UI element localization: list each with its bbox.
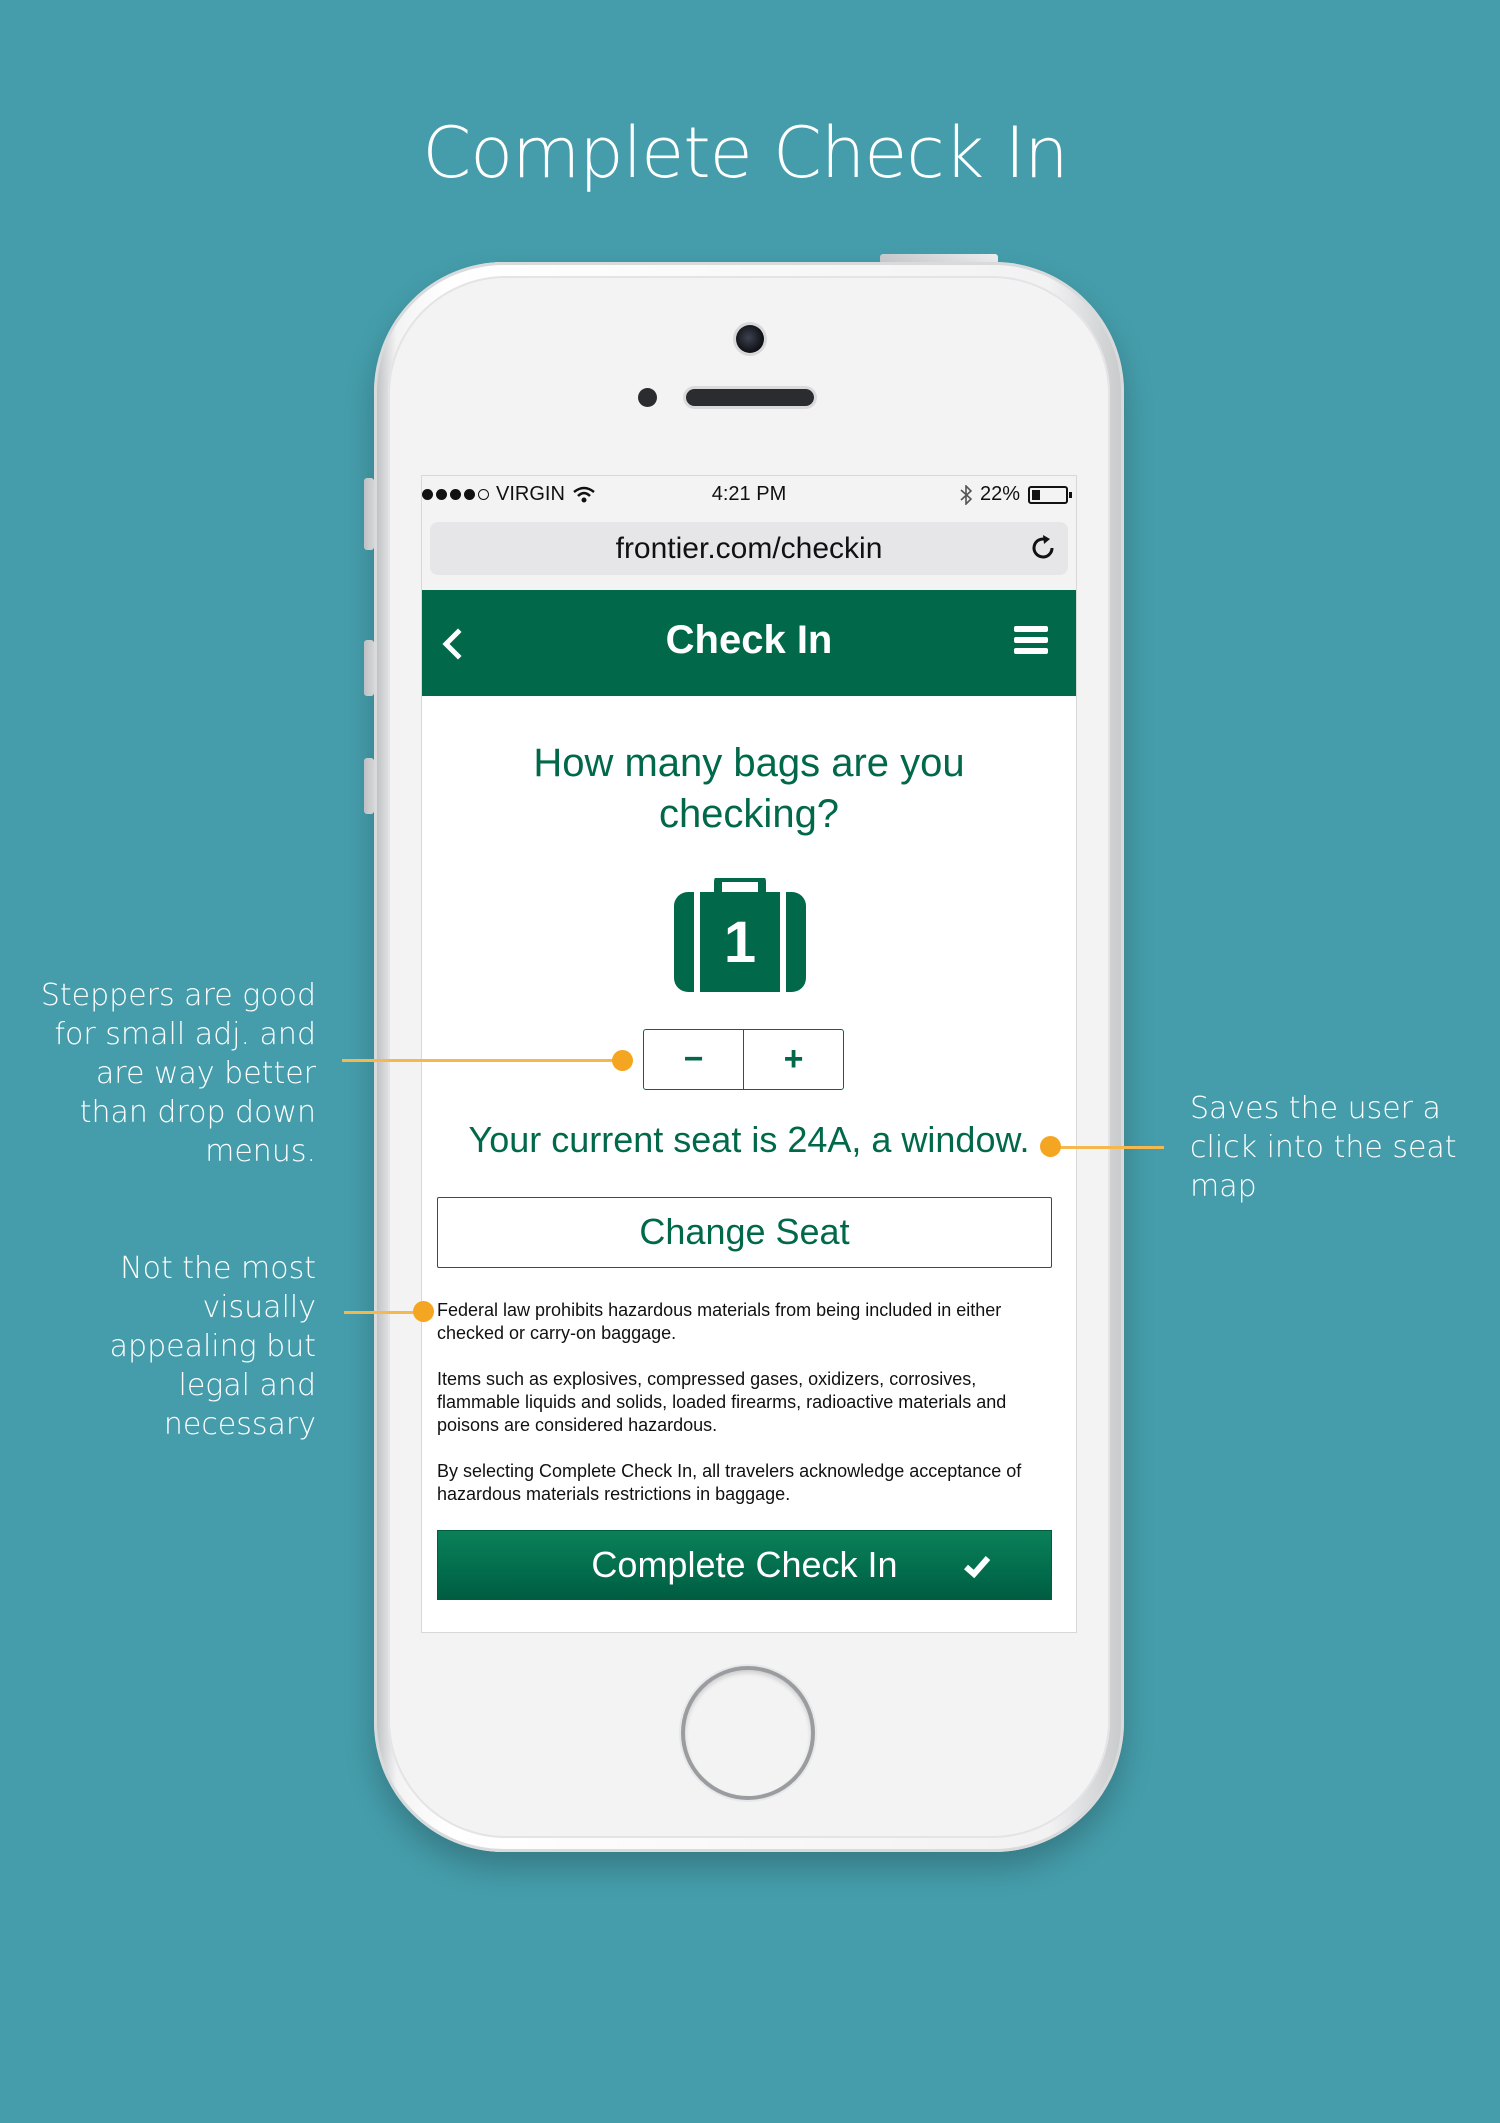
complete-check-in-button[interactable]: Complete Check In [437, 1530, 1052, 1600]
app-header: Check In [422, 590, 1076, 696]
earpiece-speaker [686, 389, 814, 406]
battery-icon [1028, 485, 1072, 504]
increment-button[interactable]: + [743, 1030, 843, 1089]
seat-annotation: Saves the user a click into the seat map [1190, 1091, 1457, 1204]
menu-bar [1014, 637, 1048, 643]
hamburger-menu-icon[interactable] [1014, 626, 1048, 656]
legal-paragraph: By selecting Complete Check In, all trav… [437, 1461, 1022, 1504]
menu-bar [1014, 626, 1048, 632]
home-button[interactable] [681, 1666, 815, 1800]
seat-annotation-dot [1040, 1136, 1061, 1157]
header-title: Check In [665, 618, 833, 662]
decrement-button[interactable]: − [644, 1030, 743, 1089]
seat-annotation-line [1050, 1146, 1164, 1149]
battery-percent: 22% [979, 483, 1020, 505]
current-seat-text: Your current seat is 24A, a window. [468, 1119, 1030, 1160]
stepper-annotation: Steppers are good for small adj. and are… [40, 978, 316, 1169]
legal-annotation: Not the most visually appealing but lega… [109, 1251, 316, 1442]
page-title: Complete Check In [422, 112, 1068, 194]
browser-toolbar: frontier.com/checkin [422, 512, 1076, 592]
checkmark-icon [964, 1556, 991, 1578]
stepper-annotation-line [342, 1059, 622, 1062]
status-bar: VIRGIN 4:21 PM 22% [422, 476, 1076, 512]
bags-question: How many bags are you checking? [533, 741, 965, 836]
url-text: frontier.com/checkin [615, 532, 883, 565]
legal-annotation-line [344, 1311, 424, 1314]
volume-up-button [364, 640, 374, 696]
address-bar[interactable]: frontier.com/checkin [430, 522, 1068, 575]
change-seat-button[interactable]: Change Seat [437, 1197, 1052, 1268]
status-right: 22% [960, 483, 1072, 506]
hazmat-legal-notice: Federal law prohibits hazardous material… [437, 1299, 1059, 1529]
proximity-sensor [638, 388, 657, 407]
menu-bar [1014, 648, 1048, 654]
reload-icon[interactable] [1028, 533, 1058, 563]
bag-quantity-stepper: − + [643, 1029, 844, 1090]
suitcase-icon: 1 [674, 878, 806, 992]
volume-down-button [364, 758, 374, 814]
complete-check-in-label: Complete Check In [591, 1544, 898, 1585]
front-camera [736, 325, 764, 353]
stepper-annotation-dot [612, 1050, 633, 1071]
mute-switch [364, 478, 374, 550]
legal-annotation-dot [413, 1301, 434, 1322]
legal-paragraph: Items such as explosives, compressed gas… [437, 1369, 1007, 1435]
bag-count: 1 [724, 910, 756, 975]
bluetooth-icon [960, 484, 972, 505]
legal-paragraph: Federal law prohibits hazardous material… [437, 1300, 1002, 1343]
phone-screen: VIRGIN 4:21 PM 22% frontier.com/checkin [422, 476, 1076, 1632]
